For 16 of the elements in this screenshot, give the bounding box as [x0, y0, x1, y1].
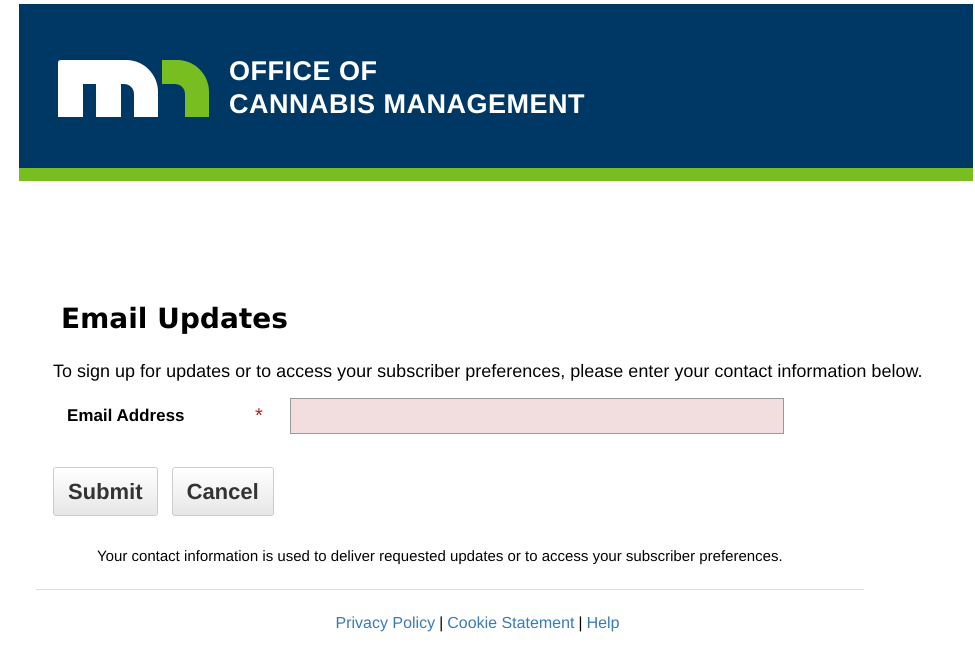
logo-icon [58, 60, 209, 118]
page-heading: Email Updates [61, 302, 289, 336]
footer-link[interactable]: Cookie Statement [447, 612, 574, 636]
cancel-button[interactable]: Cancel [172, 467, 274, 516]
footer-link[interactable]: Help [586, 612, 620, 636]
submit-button[interactable]: Submit [53, 467, 158, 516]
separator: | [578, 614, 583, 634]
footer-link[interactable]: Privacy Policy [336, 612, 436, 636]
email-field[interactable] [290, 398, 784, 434]
field-label: Email Address [67, 405, 186, 428]
notice-text: Your contact information is used to deliver requested updates or to access your subscriber preferences. [97, 547, 784, 567]
intro-text: To sign up for updates or to access your subscriber preferences, please enter your contact information below. [53, 360, 924, 383]
agency-name: OFFICE OF [229, 55, 378, 88]
separator: | [439, 614, 444, 634]
agency-name: CANNABIS MANAGEMENT [229, 88, 585, 121]
required-mark: * [255, 406, 264, 426]
